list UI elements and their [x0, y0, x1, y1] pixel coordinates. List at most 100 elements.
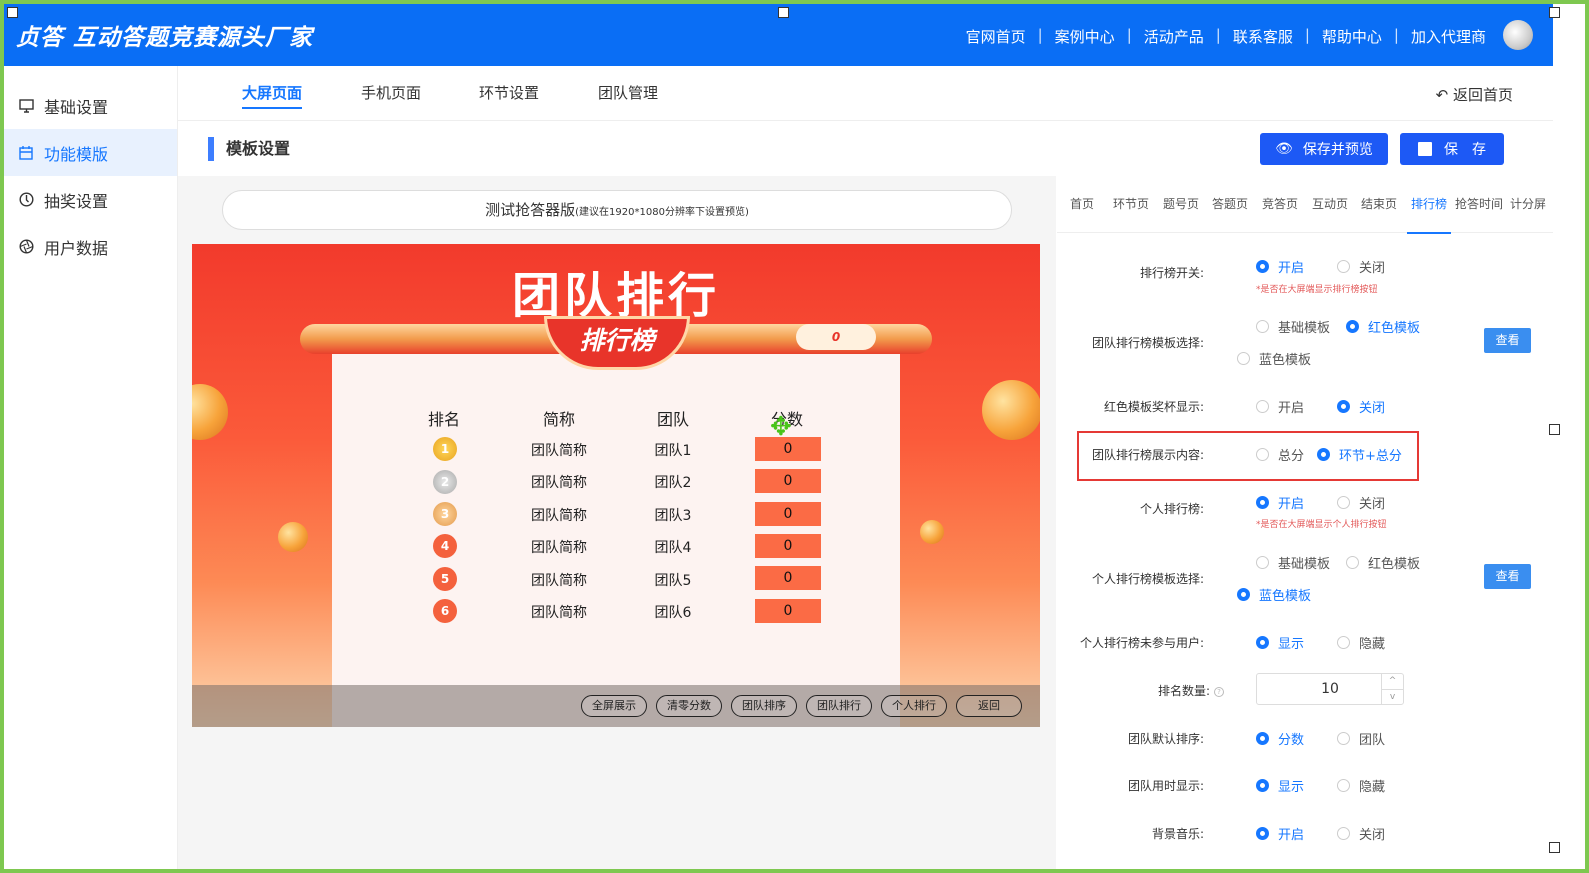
view-team-template-button[interactable]: 查看: [1484, 328, 1531, 353]
radio-bgm-on[interactable]: 开启: [1256, 824, 1304, 843]
cell-team: 团队2: [654, 475, 692, 491]
rank-number-badge: 4: [433, 534, 457, 558]
radio-person-off[interactable]: 关闭: [1337, 493, 1385, 512]
return-button[interactable]: 返回: [956, 695, 1022, 717]
stepper-down[interactable]: v: [1381, 689, 1403, 704]
coin-decoration: [920, 520, 944, 544]
rtab-ranking[interactable]: 排行榜: [1407, 195, 1452, 234]
rtab-number[interactable]: 题号页: [1163, 195, 1199, 212]
radio-cup-on[interactable]: 开启: [1256, 397, 1304, 416]
coin-decoration: [982, 380, 1040, 440]
rank-count-input[interactable]: 10 ^ v: [1256, 673, 1404, 705]
resize-handle[interactable]: [1549, 842, 1560, 853]
rtab-home[interactable]: 首页: [1070, 195, 1094, 212]
avatar[interactable]: [1503, 20, 1533, 50]
radio-rank-on[interactable]: 开启: [1256, 257, 1304, 276]
tab-team[interactable]: 团队管理: [598, 82, 658, 103]
radio-person-on[interactable]: 开启: [1256, 493, 1304, 512]
radio-content-total[interactable]: 总分: [1256, 445, 1304, 464]
cell-score: 0: [755, 599, 821, 623]
nav-cases[interactable]: 案例中心: [1043, 26, 1127, 47]
clear-score-button[interactable]: 清零分数: [656, 695, 722, 717]
radio-sort-score[interactable]: 分数: [1256, 729, 1304, 748]
label-team-content: 团队排行榜展示内容:: [1091, 448, 1204, 462]
col-team: 团队: [656, 410, 689, 429]
nav-agent[interactable]: 加入代理商: [1399, 26, 1498, 47]
preview-control-bar: 全屏展示 清零分数 团队排序 团队排行 个人排行 返回: [192, 685, 1040, 727]
save-button[interactable]: 保 存: [1400, 133, 1504, 165]
rtab-race[interactable]: 竞答页: [1262, 195, 1298, 212]
coin-decoration: [192, 384, 228, 440]
sidebar-item-template[interactable]: 功能模版: [4, 129, 177, 176]
brand-logo[interactable]: 贞答 互动答题竞赛源头厂家: [16, 18, 313, 52]
help-icon[interactable]: ?: [1214, 686, 1224, 697]
rtab-scoreboard[interactable]: 计分屏: [1510, 195, 1546, 212]
cell-score: 0: [755, 534, 821, 558]
radio-person-basic[interactable]: 基础模板: [1256, 553, 1330, 572]
cell-team: 团队3: [654, 508, 692, 524]
person-rank-button[interactable]: 个人排行: [881, 695, 947, 717]
team-rank-button[interactable]: 团队排行: [806, 695, 872, 717]
silver-medal-icon: 2: [433, 470, 457, 494]
coin-decoration: [278, 522, 308, 552]
save-preview-button[interactable]: 👁 保存并预览: [1260, 133, 1388, 165]
sidebar-item-label: 抽奖设置: [44, 191, 109, 211]
radio-time-show[interactable]: 显示: [1256, 776, 1304, 795]
rtab-interact[interactable]: 互动页: [1312, 195, 1348, 212]
radio-team-blue[interactable]: 蓝色模板: [1237, 349, 1311, 368]
rtab-rush-time[interactable]: 抢答时间: [1455, 195, 1503, 212]
resize-handle[interactable]: [7, 7, 18, 18]
radio-nonuser-show[interactable]: 显示: [1256, 633, 1304, 652]
nav-products[interactable]: 活动产品: [1132, 26, 1216, 47]
rank-number-badge: 6: [433, 599, 457, 623]
label-team-sort: 团队默认排序:: [1127, 732, 1204, 746]
test-mode-pill[interactable]: 测试抢答器版(建议在1920*1080分辨率下设置预览): [222, 190, 1012, 230]
calendar-icon: [18, 145, 34, 161]
fullscreen-button[interactable]: 全屏展示: [581, 695, 647, 717]
view-person-template-button[interactable]: 查看: [1484, 564, 1531, 589]
leaderboard-preview: 团队排行 排行榜 0 排名 简称 团队 分数 1 2 3 4 5 6 团队简称 …: [192, 244, 1040, 727]
radio-time-hide[interactable]: 隐藏: [1337, 776, 1385, 795]
radio-sort-team[interactable]: 团队: [1337, 729, 1385, 748]
radio-bgm-off[interactable]: 关闭: [1337, 824, 1385, 843]
team-sort-button[interactable]: 团队排序: [731, 695, 797, 717]
cell-score: 0: [755, 469, 821, 493]
tab-screen[interactable]: 大屏页面: [242, 82, 303, 109]
resize-handle[interactable]: [778, 7, 789, 18]
cell-team: 团队1: [654, 443, 692, 459]
tab-stage[interactable]: 环节设置: [479, 82, 539, 103]
nav-support[interactable]: 联系客服: [1221, 26, 1305, 47]
cell-short: 团队简称: [531, 475, 587, 491]
nav-home[interactable]: 官网首页: [954, 26, 1038, 47]
radio-rank-off[interactable]: 关闭: [1337, 257, 1385, 276]
sidebar-item-basic[interactable]: 基础设置: [4, 82, 177, 129]
rtab-stage[interactable]: 环节页: [1113, 195, 1149, 212]
radio-cup-off[interactable]: 关闭: [1337, 397, 1385, 416]
sidebar-item-lottery[interactable]: 抽奖设置: [4, 176, 177, 223]
section-title: 模板设置: [208, 137, 290, 161]
resize-handle[interactable]: [1549, 424, 1560, 435]
radio-person-blue[interactable]: 蓝色模板: [1237, 585, 1311, 604]
stepper-up[interactable]: ^: [1381, 674, 1403, 689]
label-non-user: 个人排行榜未参与用户:: [1079, 636, 1204, 650]
undo-icon: ↶: [1435, 86, 1453, 104]
round-indicator: 0: [796, 324, 876, 350]
radio-nonuser-hide[interactable]: 隐藏: [1337, 633, 1385, 652]
radio-team-red[interactable]: 红色模板: [1346, 317, 1420, 336]
nav-help[interactable]: 帮助中心: [1310, 26, 1394, 47]
label-bgm: 背景音乐:: [1151, 827, 1204, 841]
rtab-answer[interactable]: 答题页: [1212, 195, 1248, 212]
rtab-end[interactable]: 结束页: [1361, 195, 1397, 212]
cell-short: 团队简称: [531, 540, 587, 556]
col-rank: 排名: [427, 410, 460, 429]
sidebar-item-users[interactable]: 用户数据: [4, 223, 177, 270]
radio-person-red[interactable]: 红色模板: [1346, 553, 1420, 572]
monitor-icon: [18, 98, 34, 114]
cell-score: 0: [755, 502, 821, 526]
tab-mobile[interactable]: 手机页面: [361, 82, 421, 103]
label-red-cup: 红色模板奖杯显示:: [1103, 400, 1204, 414]
radio-team-basic[interactable]: 基础模板: [1256, 317, 1330, 336]
back-home-link[interactable]: ↶ 返回首页: [1436, 84, 1513, 105]
resize-handle[interactable]: [1549, 7, 1560, 18]
radio-content-stage-total[interactable]: 环节+总分: [1317, 445, 1402, 464]
